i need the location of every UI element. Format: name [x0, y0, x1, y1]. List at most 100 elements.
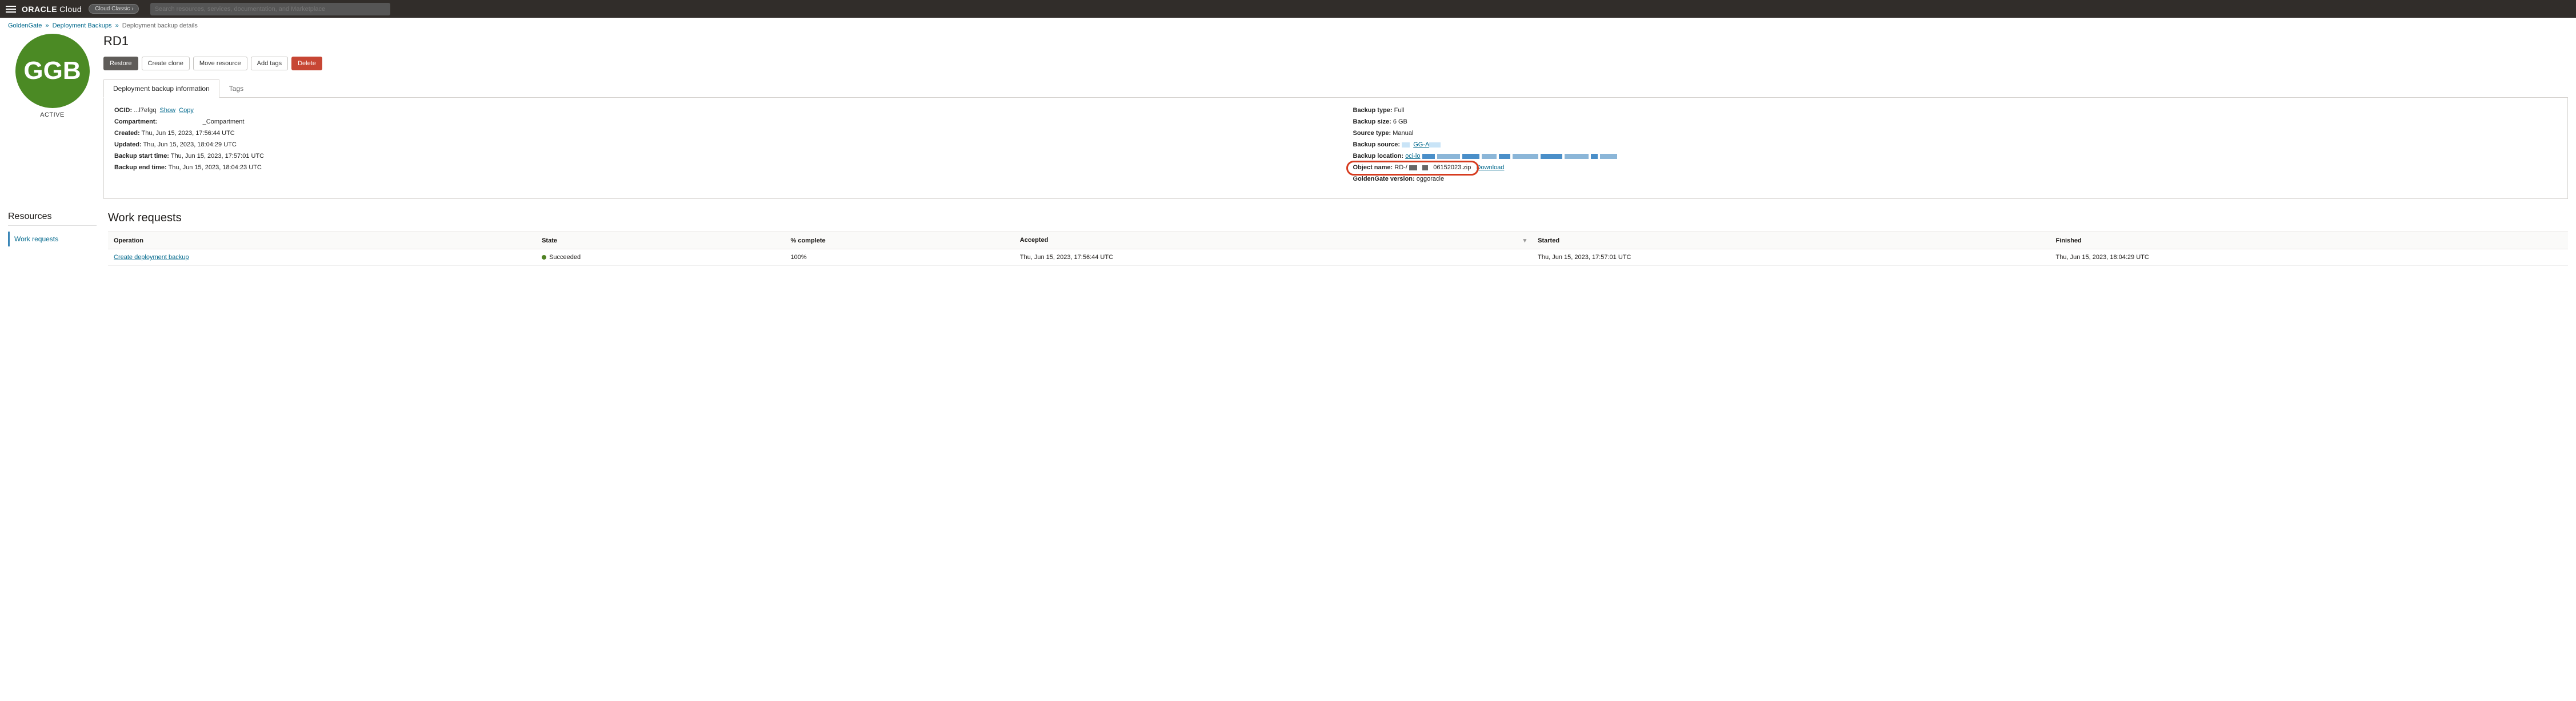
gg-version-value: oggoracle — [1417, 176, 1444, 182]
search-box[interactable] — [150, 3, 390, 15]
object-name-suffix: 06152023.zip — [1433, 164, 1471, 171]
info-panel: OCID: ...l7efgq Show Copy Compartment: _… — [103, 98, 2568, 199]
start-time-value: Thu, Jun 15, 2023, 17:57:01 UTC — [171, 153, 264, 160]
backup-location-row: Backup location: oci-lo — [1353, 153, 2558, 160]
info-right-column: Backup type: Full Backup size: 6 GB Sour… — [1353, 107, 2558, 187]
breadcrumb-sep: » — [45, 22, 49, 29]
compartment-masked — [159, 118, 201, 125]
end-time-value: Thu, Jun 15, 2023, 18:04:23 UTC — [169, 164, 262, 171]
created-value: Thu, Jun 15, 2023, 17:56:44 UTC — [141, 130, 234, 137]
gg-version-label: GoldenGate version: — [1353, 176, 1415, 182]
updated-row: Updated: Thu, Jun 15, 2023, 18:04:29 UTC — [114, 141, 1319, 148]
col-accepted-label: Accepted — [1020, 237, 1049, 244]
delete-button[interactable]: Delete — [291, 57, 322, 70]
add-tags-button[interactable]: Add tags — [251, 57, 288, 70]
created-label: Created: — [114, 130, 140, 137]
backup-type-label: Backup type: — [1353, 107, 1393, 114]
ocid-copy-link[interactable]: Copy — [179, 107, 194, 114]
breadcrumb-current: Deployment backup details — [122, 22, 198, 29]
object-name-label: Object name: — [1353, 164, 1393, 171]
ocid-show-link[interactable]: Show — [160, 107, 176, 114]
search-input[interactable] — [155, 6, 386, 13]
updated-value: Thu, Jun 15, 2023, 18:04:29 UTC — [143, 141, 237, 148]
badge-status: ACTIVE — [8, 111, 97, 118]
work-requests-section: Work requests Operation State % complete… — [108, 212, 2568, 266]
ocid-label: OCID: — [114, 107, 132, 114]
table-row: Create deployment backup Succeeded 100% … — [108, 249, 2568, 266]
sidebar-item-work-requests[interactable]: Work requests — [8, 232, 97, 246]
menu-icon[interactable] — [6, 4, 16, 14]
backup-type-row: Backup type: Full — [1353, 107, 2558, 114]
compartment-label: Compartment: — [114, 118, 157, 125]
tabs: Deployment backup information Tags — [103, 79, 2568, 98]
col-started[interactable]: Started — [1532, 232, 2050, 249]
backup-location-value[interactable]: oci-lo — [1405, 153, 1420, 160]
redacted-icon — [1422, 165, 1428, 170]
start-time-row: Backup start time: Thu, Jun 15, 2023, 17… — [114, 153, 1319, 160]
col-operation[interactable]: Operation — [108, 232, 536, 249]
compartment-row: Compartment: _Compartment — [114, 118, 1319, 125]
redacted-icon — [1409, 165, 1417, 170]
col-finished[interactable]: Finished — [2050, 232, 2568, 249]
redacted-icon — [1402, 142, 1410, 148]
info-left-column: OCID: ...l7efgq Show Copy Compartment: _… — [114, 107, 1319, 187]
brand-light: Cloud — [59, 5, 82, 14]
sort-desc-icon: ▾ — [1523, 237, 1527, 244]
work-requests-table: Operation State % complete Accepted ▾ St… — [108, 232, 2568, 266]
breadcrumb-link[interactable]: GoldenGate — [8, 22, 42, 29]
backup-size-value: 6 GB — [1393, 118, 1407, 125]
col-complete[interactable]: % complete — [785, 232, 1014, 249]
work-requests-title: Work requests — [108, 212, 2568, 225]
updated-label: Updated: — [114, 141, 142, 148]
backup-size-label: Backup size: — [1353, 118, 1391, 125]
started-cell: Thu, Jun 15, 2023, 17:57:01 UTC — [1532, 249, 2050, 266]
sidebar-title: Resources — [8, 212, 97, 226]
cloud-classic-button[interactable]: Cloud Classic › — [89, 4, 138, 14]
source-type-value: Manual — [1393, 130, 1413, 137]
state-value: Succeeded — [549, 254, 581, 261]
tab-backup-info[interactable]: Deployment backup information — [103, 79, 219, 98]
object-name-prefix: RD-/ — [1394, 164, 1407, 171]
chevron-right-icon: › — [131, 6, 133, 12]
backup-location-label: Backup location: — [1353, 153, 1404, 160]
table-header-row: Operation State % complete Accepted ▾ St… — [108, 232, 2568, 249]
resources-sidebar: Resources Work requests — [8, 212, 97, 266]
complete-cell: 100% — [785, 249, 1014, 266]
download-link[interactable]: Download — [1477, 164, 1505, 171]
move-resource-button[interactable]: Move resource — [193, 57, 247, 70]
operation-link[interactable]: Create deployment backup — [114, 254, 189, 261]
accepted-cell: Thu, Jun 15, 2023, 17:56:44 UTC — [1014, 249, 1532, 266]
created-row: Created: Thu, Jun 15, 2023, 17:56:44 UTC — [114, 130, 1319, 137]
compartment-value: _Compartment — [203, 118, 245, 125]
resource-badge: GGB — [15, 34, 90, 108]
finished-cell: Thu, Jun 15, 2023, 18:04:29 UTC — [2050, 249, 2568, 266]
badge-initials: GGB — [23, 57, 81, 85]
col-accepted[interactable]: Accepted ▾ — [1014, 232, 1532, 249]
backup-size-row: Backup size: 6 GB — [1353, 118, 2558, 125]
status-badge-column: GGB ACTIVE — [8, 34, 97, 199]
breadcrumb: GoldenGate » Deployment Backups » Deploy… — [0, 18, 2576, 34]
brand-logo[interactable]: ORACLE Cloud — [22, 5, 82, 14]
state-cell: Succeeded — [536, 249, 785, 266]
redacted-stripes — [1422, 154, 1617, 159]
col-state[interactable]: State — [536, 232, 785, 249]
backup-source-row: Backup source: GG-A — [1353, 141, 2558, 148]
create-clone-button[interactable]: Create clone — [142, 57, 190, 70]
backup-source-link[interactable]: GG-A — [1413, 141, 1429, 148]
end-time-label: Backup end time: — [114, 164, 167, 171]
restore-button[interactable]: Restore — [103, 57, 138, 70]
tab-tags[interactable]: Tags — [219, 79, 253, 98]
goldengate-version-row: GoldenGate version: oggoracle — [1353, 176, 2558, 182]
ocid-value: ...l7efgq — [134, 107, 156, 114]
cloud-classic-label: Cloud Classic — [95, 6, 130, 12]
end-time-row: Backup end time: Thu, Jun 15, 2023, 18:0… — [114, 164, 1319, 171]
source-type-row: Source type: Manual — [1353, 130, 2558, 137]
source-type-label: Source type: — [1353, 130, 1391, 137]
ocid-row: OCID: ...l7efgq Show Copy — [114, 107, 1319, 114]
status-succeeded-icon — [542, 255, 546, 260]
breadcrumb-link[interactable]: Deployment Backups — [53, 22, 112, 29]
page-title: RD1 — [103, 34, 2568, 49]
brand-bold: ORACLE — [22, 5, 57, 14]
backup-source-label: Backup source: — [1353, 141, 1401, 148]
top-header: ORACLE Cloud Cloud Classic › — [0, 0, 2576, 18]
